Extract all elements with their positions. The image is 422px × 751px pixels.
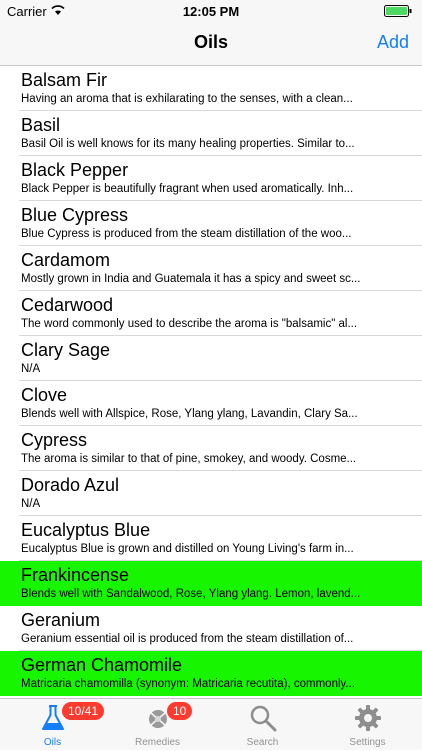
oil-name: Eucalyptus Blue <box>21 520 151 540</box>
tab-remedies[interactable]: 10 Remedies <box>105 699 210 751</box>
oil-name: Geranium <box>21 610 101 630</box>
oils-count-badge: 10/41 <box>62 702 105 720</box>
oil-name: Frankincense <box>21 565 130 585</box>
list-item[interactable]: Dorado Azul N/A <box>0 471 422 516</box>
oil-description: Black Pepper is beautifully fragrant whe… <box>21 183 354 195</box>
oil-description: Basil Oil is well knows for its many hea… <box>21 138 355 150</box>
oil-name: German Chamomile <box>21 655 183 675</box>
list-item[interactable]: Blue Cypress Blue Cypress is produced fr… <box>0 201 422 246</box>
oil-description: Geranium essential oil is produced from … <box>21 633 354 645</box>
tab-oils[interactable]: 10/41 Oils <box>0 699 105 751</box>
list-item[interactable]: Clove Blends well with Allspice, Rose, Y… <box>0 381 422 426</box>
gear-icon <box>355 705 381 731</box>
list-item[interactable]: Cedarwood The word commonly used to desc… <box>0 291 422 336</box>
tab-label: Oils <box>43 737 62 748</box>
tab-label: Settings <box>349 737 386 748</box>
oil-description: Mostly grown in India and Guatemala it h… <box>21 273 361 285</box>
oil-name: Clove <box>21 385 68 405</box>
tab-search[interactable]: Search <box>210 699 315 751</box>
navigation-bar: Oils Add <box>0 22 422 66</box>
list-item[interactable]: Balsam Fir Having an aroma that is exhil… <box>0 66 422 111</box>
battery-icon <box>384 5 412 17</box>
tab-bar: 10/41 Oils 10 Remedies Search Settings <box>0 698 422 750</box>
oil-description: Blue Cypress is produced from the steam … <box>21 228 352 240</box>
page-title: Oils <box>193 32 228 52</box>
oil-description: N/A <box>21 498 41 510</box>
oil-name: Basil <box>21 115 61 135</box>
oil-name: Cypress <box>21 430 88 450</box>
oil-name: Cardamom <box>21 250 111 270</box>
oil-description: Matricaria chamomilla (synonym: Matricar… <box>21 678 356 690</box>
oil-description: Blends well with Sandalwood, Rose, Ylang… <box>21 588 361 600</box>
remedies-count-badge: 10 <box>167 702 193 720</box>
oils-list[interactable]: Balsam Fir Having an aroma that is exhil… <box>0 66 422 698</box>
add-button[interactable]: Add <box>377 32 409 53</box>
list-item[interactable]: Geranium Geranium essential oil is produ… <box>0 606 422 651</box>
list-item[interactable]: Cardamom Mostly grown in India and Guate… <box>0 246 422 291</box>
tab-settings[interactable]: Settings <box>315 699 420 751</box>
list-item[interactable]: Eucalyptus Blue Eucalyptus Blue is grown… <box>0 516 422 561</box>
oil-name: Black Pepper <box>21 160 129 180</box>
oil-name: Clary Sage <box>21 340 111 360</box>
oil-description: Having an aroma that is exhilarating to … <box>21 93 353 105</box>
status-bar: Carrier 12:05 PM <box>0 0 422 22</box>
search-icon <box>250 705 277 732</box>
list-item[interactable]: Black Pepper Black Pepper is beautifully… <box>0 156 422 201</box>
tab-label: Search <box>246 737 279 748</box>
list-item[interactable]: Cypress The aroma is similar to that of … <box>0 426 422 471</box>
oil-name: Blue Cypress <box>21 205 129 225</box>
oil-description: The aroma is similar to that of pine, sm… <box>21 453 357 465</box>
list-item-highlighted[interactable]: Frankincense Blends well with Sandalwood… <box>0 561 422 606</box>
oil-description: N/A <box>21 363 41 375</box>
list-item[interactable]: Basil Basil Oil is well knows for its ma… <box>0 111 422 156</box>
oil-name: Cedarwood <box>21 295 114 315</box>
status-time: 12:05 PM <box>182 4 240 19</box>
list-item[interactable]: Clary Sage N/A <box>0 336 422 381</box>
oil-name: Balsam Fir <box>21 70 108 90</box>
tab-label: Remedies <box>134 737 181 748</box>
oil-name: Dorado Azul <box>21 475 120 495</box>
row-divider <box>19 695 422 696</box>
oil-description: The word commonly used to describe the a… <box>21 318 358 330</box>
list-item-highlighted[interactable]: German Chamomile Matricaria chamomilla (… <box>0 651 422 696</box>
oil-description: Eucalyptus Blue is grown and distilled o… <box>21 543 354 555</box>
oil-description: Blends well with Allspice, Rose, Ylang y… <box>21 408 358 420</box>
